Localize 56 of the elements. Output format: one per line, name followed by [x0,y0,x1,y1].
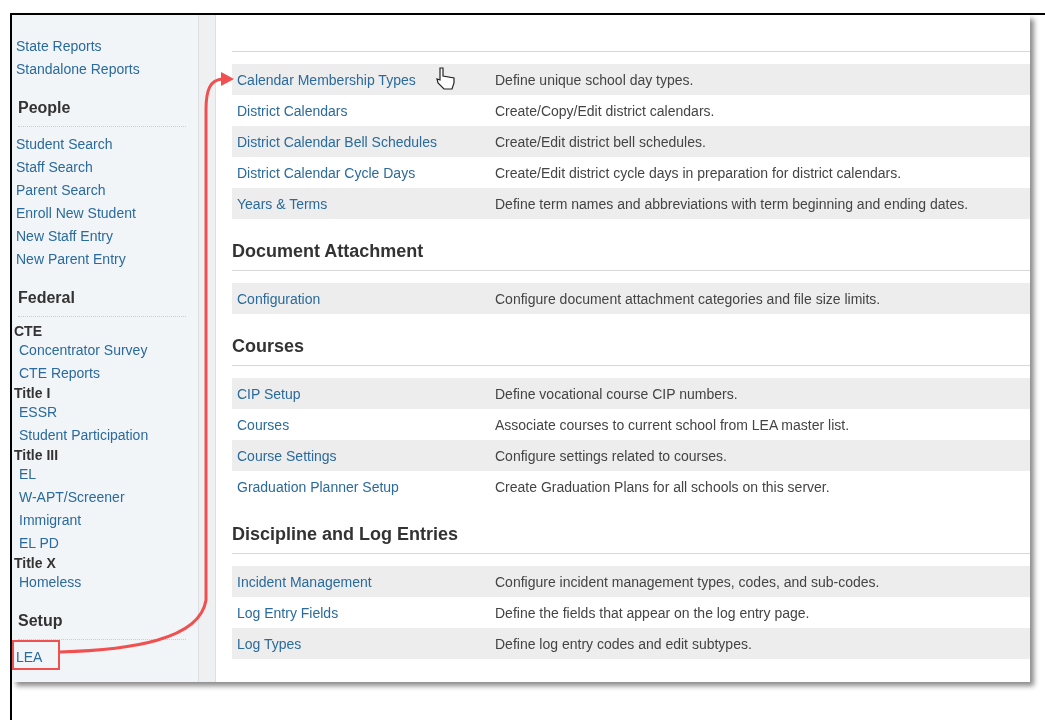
sidebar-group-label: CTE [14,323,43,339]
sidebar-link[interactable]: ESSR [16,401,198,424]
setting-link[interactable]: Courses [232,416,495,433]
setting-link[interactable]: Graduation Planner Setup [232,478,495,495]
sidebar-link[interactable]: Parent Search [16,179,198,202]
section-heading: Discipline and Log Entries [232,512,1030,554]
sidebar-link[interactable]: Concentrator Survey [16,339,198,362]
sidebar-heading: People [18,99,186,127]
setting-link[interactable]: CIP Setup [232,385,495,402]
setting-description: Create Graduation Plans for all schools on this server. [495,478,830,495]
setting-link[interactable]: Log Types [232,635,495,652]
setting-link[interactable]: District Calendar Cycle Days [232,164,495,181]
sidebar-link[interactable]: Standalone Reports [16,58,198,81]
setting-link[interactable]: Calendar Membership Types [232,71,495,88]
setting-link[interactable]: District Calendar Bell Schedules [232,133,495,150]
setting-description: Configure incident management types, codes, and sub-codes. [495,573,880,590]
sidebar-heading: Federal [18,289,186,317]
setting-description: Define vocational course CIP numbers. [495,385,738,402]
sidebar-link[interactable]: New Staff Entry [16,225,198,248]
sidebar-link[interactable]: Student Participation [16,424,198,447]
setting-description: Define term names and abbreviations with term beginning and ending dates. [495,195,969,212]
setting-link[interactable]: Incident Management [232,573,495,590]
section-heading: Courses [232,324,1030,366]
sidebar-link[interactable]: W-APT/Screener [16,486,198,509]
setting-description: Define unique school day types. [495,71,694,88]
setting-link[interactable]: Log Entry Fields [232,604,495,621]
setting-description: Create/Copy/Edit district calendars. [495,102,715,119]
sidebar-group-label: Title III [14,447,60,463]
sidebar-group-label: Title X [14,555,57,571]
section-heading: Document Attachment [232,229,1030,271]
sidebar-link[interactable]: New Parent Entry [16,248,198,271]
sidebar-link[interactable]: EL [16,463,198,486]
setting-description: Define the fields that appear on the log entry page. [495,604,810,621]
hand-cursor-icon [436,67,455,90]
setting-link[interactable]: District Calendars [232,102,495,119]
sidebar-link[interactable]: Immigrant [16,509,198,532]
sidebar-link[interactable]: Enroll New Student [16,202,198,225]
setting-description: Configure document attachment categories and file size limits. [495,290,881,307]
setting-link[interactable]: Course Settings [232,447,495,464]
sidebar-link[interactable]: EL PD [16,532,198,555]
sidebar-link[interactable]: Student Search [16,133,198,156]
sidebar-link[interactable]: Staff Search [16,156,198,179]
setting-link[interactable]: Configuration [232,290,495,307]
setting-description: Configure settings related to courses. [495,447,727,464]
setting-description: Define log entry codes and edit subtypes. [495,635,752,652]
setting-description: Associate courses to current school from LEA master list. [495,416,850,433]
sidebar-link[interactable]: State Reports [16,35,198,58]
sidebar-link[interactable]: Homeless [16,571,198,594]
setting-description: Create/Edit district cycle days in preparation for district calendars. [495,164,902,181]
sidebar-heading: Setup [18,612,186,640]
highlight-frame [12,640,60,670]
sidebar-group-label: Title I [14,385,52,401]
setting-description: Create/Edit district bell schedules. [495,133,706,150]
sidebar-link[interactable]: CTE Reports [16,362,198,385]
sidebar-link[interactable]: LEA [16,646,198,669]
setting-link[interactable]: Years & Terms [232,195,495,212]
